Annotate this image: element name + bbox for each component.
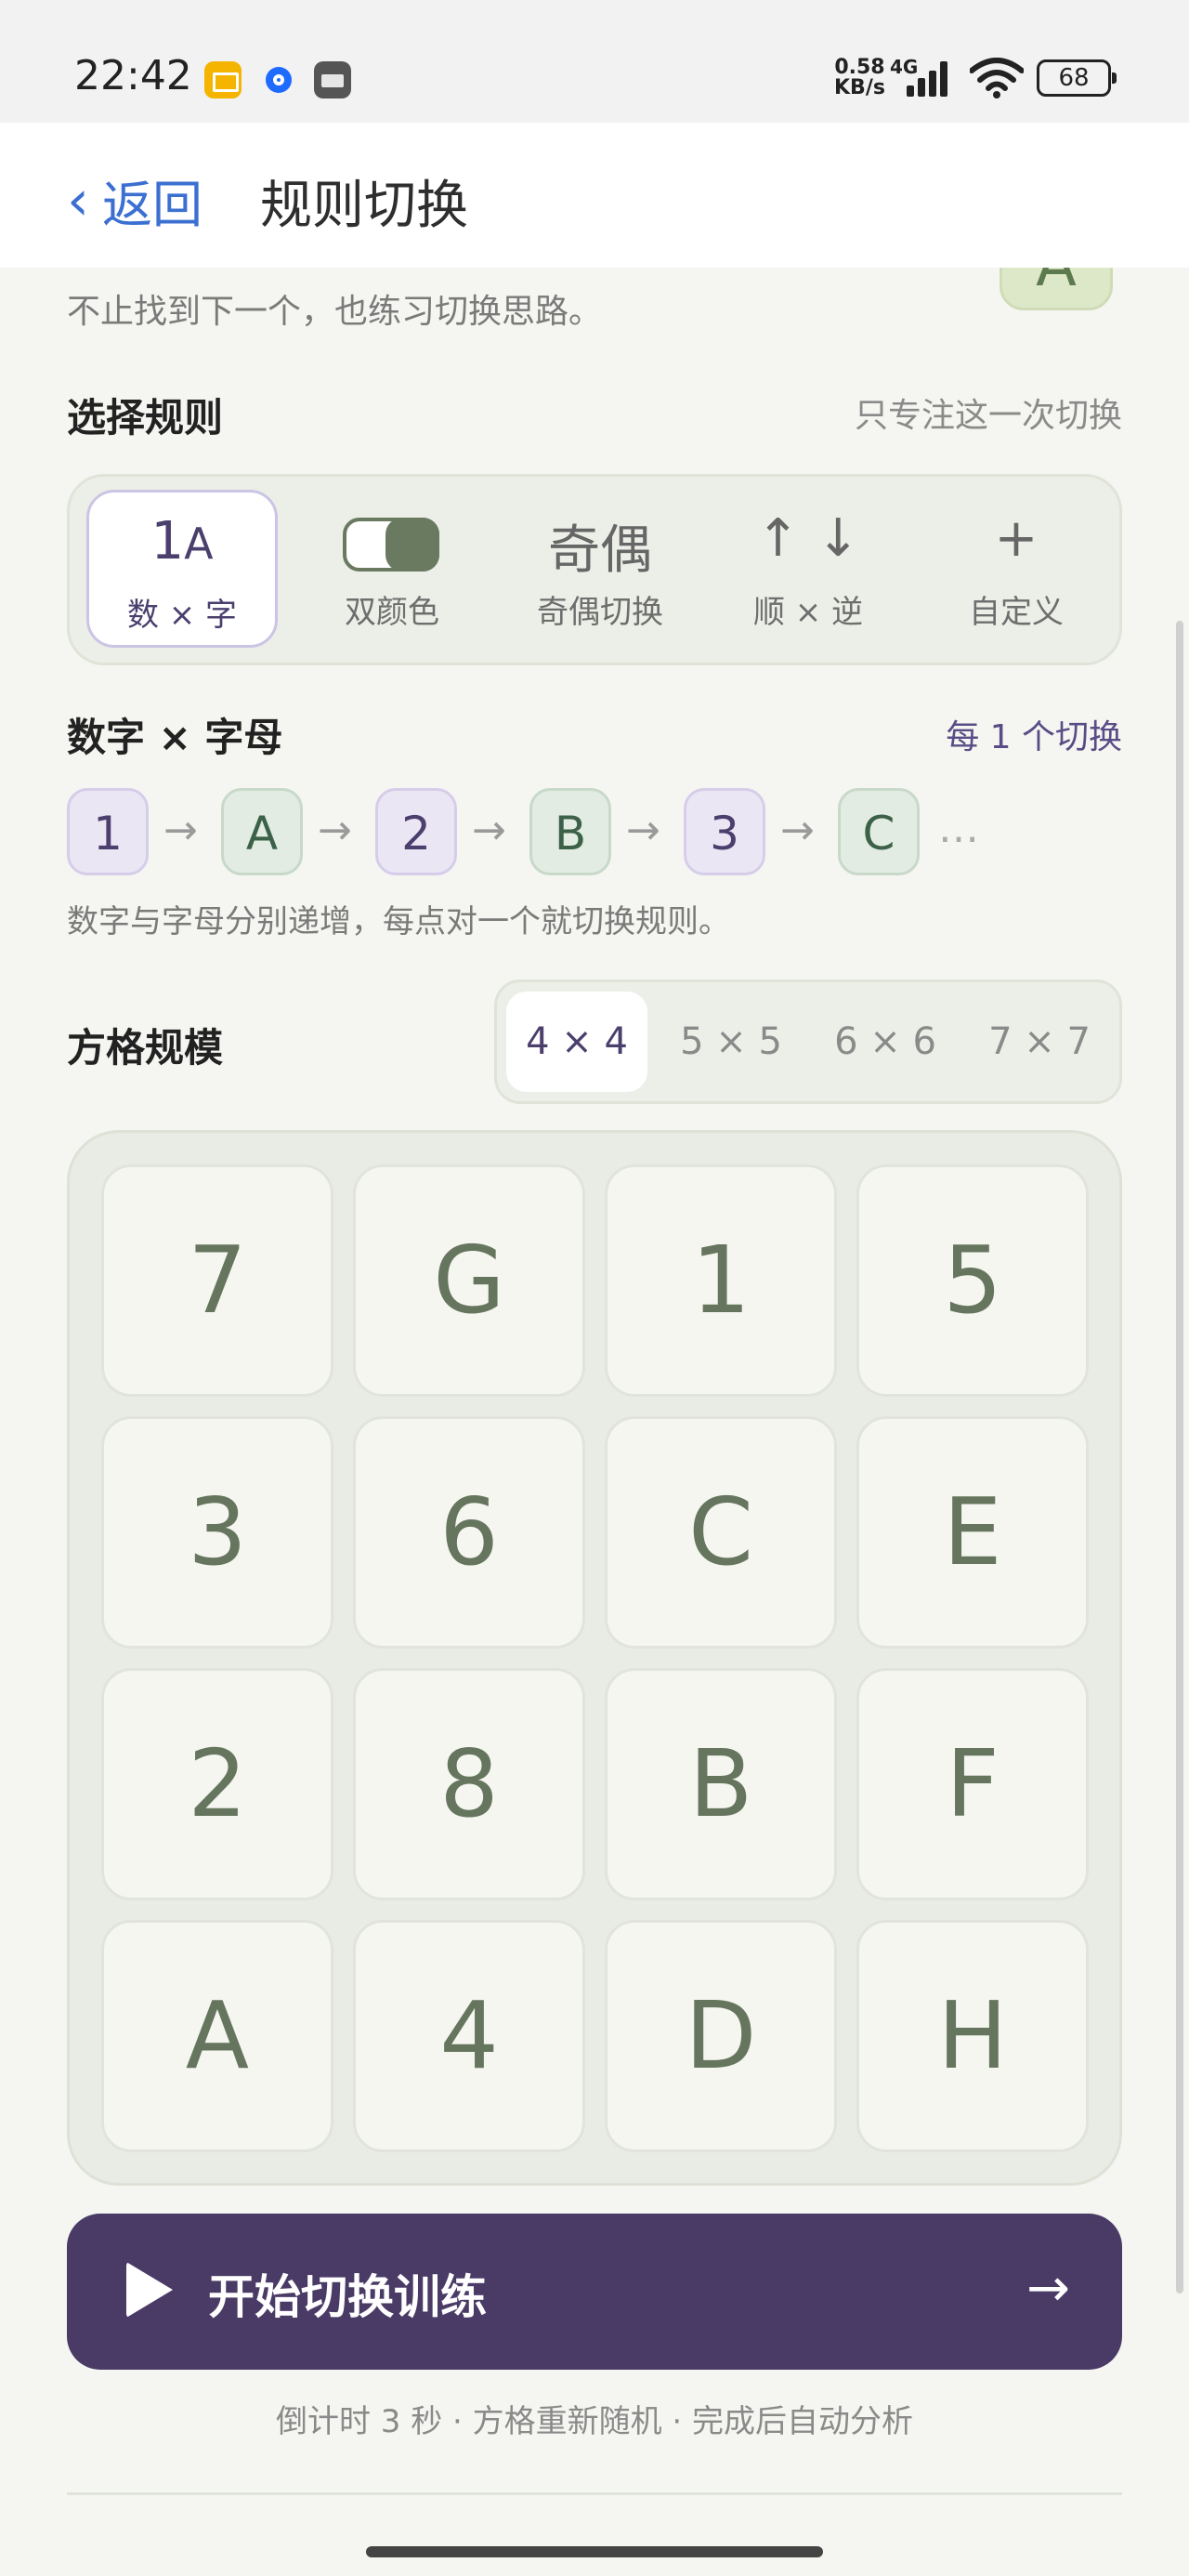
board-cell[interactable]: 5: [856, 1164, 1089, 1397]
peek-badge: A: [1000, 268, 1113, 310]
up-down-arrows-icon: ↑ ↓: [756, 508, 860, 569]
start-label: 开始切换训练: [208, 2270, 487, 2324]
sequence-chip: 1: [67, 788, 149, 875]
page-title: 规则切换: [260, 176, 468, 236]
back-label: 返回: [102, 176, 203, 234]
play-icon: [126, 2262, 173, 2318]
start-training-button[interactable]: 开始切换训练 →: [67, 2214, 1122, 2370]
wifi-icon: [970, 58, 1024, 99]
home-indicator[interactable]: [366, 2546, 823, 2557]
grid-size-option[interactable]: 7 × 7: [969, 992, 1110, 1092]
arrow-right-icon: →: [472, 807, 506, 854]
mail-app-icon: [204, 61, 242, 99]
rule-description: 数字与字母分别递增，每点对一个就切换规则。: [67, 903, 730, 940]
rule-option-label: 双颜色: [345, 594, 439, 631]
board-cell[interactable]: A: [101, 1920, 333, 2152]
board-cell[interactable]: 6: [353, 1416, 585, 1649]
back-button[interactable]: ‹ 返回: [67, 164, 203, 237]
sequence-chip: 3: [684, 788, 765, 875]
sequence-chip: B: [529, 788, 611, 875]
number-letter-icon: 1A: [150, 511, 214, 572]
mt-app-icon: [314, 61, 351, 99]
rule-option-label: 顺 × 逆: [752, 594, 864, 631]
sequence-chip: A: [221, 788, 303, 875]
board-cell[interactable]: 3: [101, 1416, 333, 1649]
board-cell[interactable]: B: [605, 1668, 837, 1900]
board-cell[interactable]: F: [856, 1668, 1089, 1900]
board-cell[interactable]: C: [605, 1416, 837, 1649]
rule-section-title: 选择规则: [67, 395, 224, 440]
board-cell[interactable]: D: [605, 1920, 837, 2152]
grid-size-option[interactable]: 5 × 5: [660, 992, 802, 1092]
signal-icon: [907, 61, 959, 97]
sequence-more: …: [938, 805, 979, 852]
board-cell[interactable]: G: [353, 1164, 585, 1397]
grid-size-title: 方格规模: [67, 1025, 224, 1071]
rule-detail-hint: 每 1 个切换: [946, 718, 1122, 756]
arrow-right-icon: →: [163, 807, 198, 854]
nav-bar: ‹ 返回 规则切换: [0, 123, 1189, 268]
sequence-chip: 2: [375, 788, 457, 875]
rule-option-label: 奇偶切换: [537, 594, 663, 631]
rule-option-forward-reverse[interactable]: ↑ ↓ 顺 × 逆: [712, 490, 904, 648]
rule-option-odd-even[interactable]: 奇偶 奇偶切换: [504, 490, 696, 648]
chevron-left-icon: ‹: [67, 167, 89, 233]
rule-option-label: 自定义: [969, 594, 1064, 631]
rule-option-dual-color[interactable]: 双颜色: [296, 490, 488, 648]
rule-option-custom[interactable]: + 自定义: [921, 490, 1112, 648]
rule-section-hint: 只专注这一次切换: [854, 397, 1122, 435]
rule-selector: 1A 数 × 字 双颜色 奇偶 奇偶切换 ↑ ↓ 顺 × 逆 + 自定义: [67, 474, 1122, 665]
chat-app-icon: [260, 61, 297, 99]
arrow-right-icon: →: [1026, 2258, 1070, 2319]
board-cell[interactable]: 4: [353, 1920, 585, 2152]
plus-icon: +: [994, 508, 1039, 569]
toggle-icon: [343, 518, 439, 572]
board-cell[interactable]: 2: [101, 1668, 333, 1900]
rule-option-number-letter[interactable]: 1A 数 × 字: [86, 490, 278, 648]
grid-size-option[interactable]: 6 × 6: [815, 992, 956, 1092]
rule-option-label: 数 × 字: [126, 597, 238, 634]
arrow-right-icon: →: [626, 807, 660, 854]
grid-size-selector: 4 × 4 5 × 5 6 × 6 7 × 7: [494, 979, 1122, 1104]
scrollbar[interactable]: [1176, 621, 1183, 2293]
network-speed: 0.58 KB/s: [834, 58, 885, 99]
network-speed-value: 0.58: [834, 56, 885, 79]
grid-size-option[interactable]: 4 × 4: [506, 992, 647, 1092]
board-cell[interactable]: H: [856, 1920, 1089, 2152]
battery-icon: 68: [1037, 59, 1117, 97]
odd-even-icon: 奇偶: [548, 520, 652, 581]
board-cell[interactable]: E: [856, 1416, 1089, 1649]
footer-hint: 倒计时 3 秒 · 方格重新随机 · 完成后自动分析: [275, 2403, 914, 2440]
game-board: 7G15 36CE 28BF A4DH: [67, 1130, 1122, 2186]
divider: [67, 2492, 1122, 2495]
scroll-content[interactable]: A 不止找到下一个，也练习切换思路。 选择规则 只专注这一次切换 1A 数 × …: [0, 268, 1189, 2576]
status-bar: 22:42 0.58 KB/s 4G 68: [0, 0, 1189, 123]
sequence-preview: 1 → A → 2 → B → 3 → C …: [67, 788, 1122, 877]
board-cell[interactable]: 8: [353, 1668, 585, 1900]
network-speed-unit: KB/s: [834, 76, 885, 99]
status-time: 22:42: [74, 52, 192, 99]
arrow-right-icon: →: [780, 807, 815, 854]
sequence-chip: C: [838, 788, 920, 875]
arrow-right-icon: →: [318, 807, 352, 854]
board-cell[interactable]: 7: [101, 1164, 333, 1397]
intro-subtitle: 不止找到下一个，也练习切换思路。: [67, 293, 603, 331]
board-cell[interactable]: 1: [605, 1164, 837, 1397]
rule-detail-title: 数字 × 字母: [67, 715, 283, 760]
